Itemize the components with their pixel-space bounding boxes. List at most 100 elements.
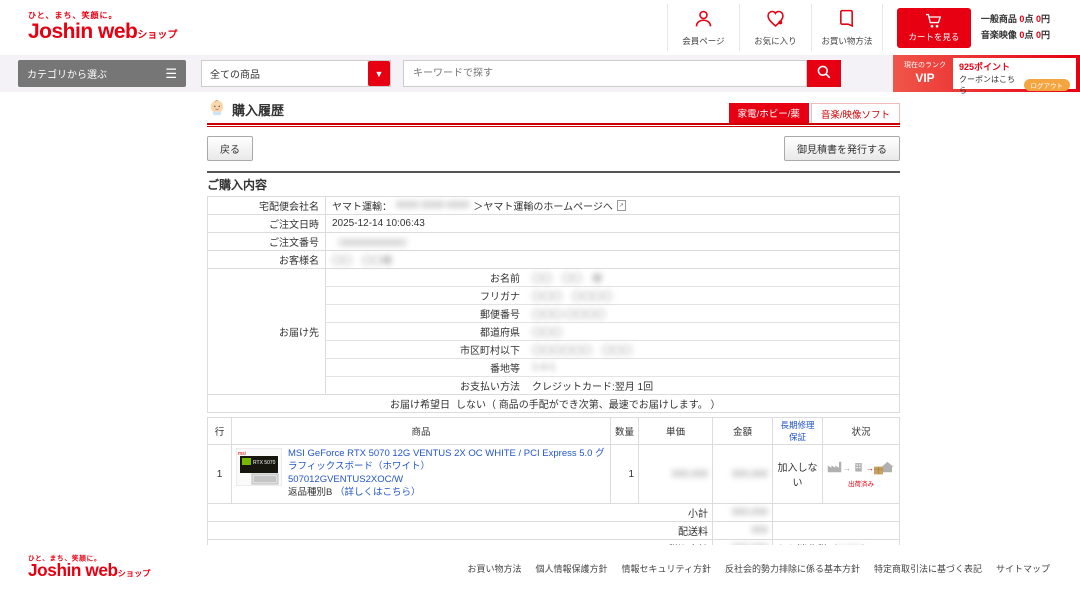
tracking-number-redacted: 0000-0000-0000 [396, 200, 469, 211]
category-button-label: カテゴリから選ぶ [27, 66, 107, 81]
shipto-inner-table: お名前 〇〇 〇〇 様 フリガナ 〇〇〇 〇〇〇〇 郵便番号 〇〇〇-〇〇〇〇 … [326, 269, 899, 394]
order-number-label: ご注文番号 [208, 233, 326, 251]
shipto-furigana-label: フリガナ [326, 287, 526, 305]
shipto-pref-label: 都道府県 [326, 323, 526, 341]
guide-icon [836, 16, 857, 33]
item-row: 1 msiRTX 5070 MSI GeForce RTX 5070 12G V… [208, 445, 900, 504]
subtotal-label: 小計 [208, 504, 713, 522]
heart-icon [765, 16, 786, 33]
shipto-name-label: お名前 [326, 269, 526, 287]
item-warranty: 加入しない [773, 445, 823, 504]
subtotal-row: 小計 000,000 [208, 504, 900, 522]
logo-suffix: ショップ [137, 30, 177, 41]
coupon-link[interactable]: クーポンはこちら [959, 74, 1020, 96]
footer-link-privacy[interactable]: 個人情報保護方針 [535, 562, 607, 575]
back-button[interactable]: 戻る [207, 136, 253, 161]
purchase-history-icon [207, 98, 227, 121]
customer-name-redacted: 〇〇 〇〇様 [332, 256, 392, 267]
search-scope-select[interactable]: 全ての商品 ▼ [201, 60, 391, 87]
footer-link-commerce-law[interactable]: 特定商取引法に基づく表記 [874, 562, 982, 575]
site-header: ひと、まち、笑顔に。 Joshin webショップ 会員ページ お気に入り お買… [0, 0, 1080, 55]
header-unit-price: 単価 [639, 418, 713, 445]
actions-row: 戻る 御見積書を発行する [207, 136, 900, 161]
tab-appliance-hobby[interactable]: 家電/ホビー/薬 [729, 103, 809, 123]
search-input[interactable] [403, 60, 807, 87]
order-date-label: ご注文日時 [208, 215, 326, 233]
nav-guide-label: お買い物方法 [812, 35, 882, 47]
product-name-link[interactable]: MSI GeForce RTX 5070 12G VENTUS 2X OC WH… [288, 448, 605, 485]
header-nav: 会員ページ お気に入り お買い物方法 カートを見る 一般商品 0点 0円 [667, 4, 1050, 51]
shipto-pref-redacted: 〇〇〇 [532, 328, 562, 339]
nav-favorites[interactable]: お気に入り [739, 4, 811, 51]
order-date-row: ご注文日時 2025-12-14 10:06:43 [208, 215, 900, 233]
points-box: 925ポイント クーポンはこちら ログアウト [953, 58, 1076, 89]
factory-icon [827, 461, 842, 476]
cart-summary-general: 一般商品 0点 0円 [981, 12, 1050, 27]
header-warranty-link[interactable]: 長期修理保証 [773, 418, 823, 445]
member-rank-area: 現在のランク VIP 925ポイント クーポンはこちら ログアウト [893, 55, 1080, 92]
footer-link-shopping[interactable]: お買い物方法 [467, 562, 521, 575]
nav-member-page[interactable]: 会員ページ [667, 4, 739, 51]
footer-link-security[interactable]: 情報セキュリティ方針 [621, 562, 710, 575]
category-menu-button[interactable]: カテゴリから選ぶ ☰ [18, 60, 186, 87]
items-header-row: 行 商品 数量 単価 金額 長期修理保証 状況 [208, 418, 900, 445]
carrier-name: ヤマト運輸： [332, 198, 392, 213]
shipto-name-redacted: 〇〇 〇〇 様 [532, 274, 602, 285]
shipto-label: お届け先 [208, 269, 326, 395]
header-product: 商品 [232, 418, 611, 445]
shipping-row: 配送料 000 [208, 522, 900, 540]
rank-value: VIP [897, 71, 953, 85]
return-detail-link[interactable]: （詳しくはこちら） [335, 487, 421, 498]
wish-date-label: お届け希望日 [208, 396, 456, 411]
view-cart-button[interactable]: カートを見る [897, 8, 971, 48]
search-button[interactable] [807, 60, 841, 87]
external-link-icon[interactable]: ↗ [617, 200, 626, 211]
subtotal-redacted: 000,000 [732, 507, 768, 518]
item-line-number: 1 [208, 445, 232, 504]
item-unit-price-redacted: 000,000 [672, 469, 708, 480]
footer-link-sitemap[interactable]: サイトマップ [996, 562, 1050, 575]
status-text: 出荷済み [827, 478, 895, 488]
wish-date-value: しない（ 商品の手配ができ次第、最速でお届けします。 ） [456, 396, 721, 411]
search-box [403, 60, 841, 87]
nav-shopping-guide[interactable]: お買い物方法 [811, 4, 883, 51]
carrier-row: 宅配便会社名 ヤマト運輸： 0000-0000-0000 ＞ヤマト運輸のホームペ… [208, 197, 900, 215]
cart-summary: 一般商品 0点 0円 音楽映像 0点 0円 [981, 12, 1050, 43]
category-tabs: 家電/ホビー/薬 音楽/映像ソフト [729, 103, 900, 123]
shipto-banchi-label: 番地等 [326, 359, 526, 377]
shipto-zip-label: 郵便番号 [326, 305, 526, 323]
cart-button-label: カートを見る [908, 31, 959, 43]
shipto-row: お届け先 お名前 〇〇 〇〇 様 フリガナ 〇〇〇 〇〇〇〇 郵便番号 〇〇〇-… [208, 269, 900, 395]
cart-icon [924, 13, 944, 31]
chevron-down-icon: ▼ [368, 61, 390, 86]
logo-name: Joshin web [28, 20, 137, 43]
logout-button[interactable]: ログアウト [1024, 79, 1071, 91]
shipping-redacted: 000 [751, 525, 768, 536]
title-row: 購入履歴 家電/ホビー/薬 音楽/映像ソフト [207, 98, 900, 123]
hamburger-icon: ☰ [165, 67, 177, 80]
item-qty: 1 [611, 445, 639, 504]
shipto-zip-redacted: 〇〇〇-〇〇〇〇 [532, 310, 605, 321]
issue-quote-button[interactable]: 御見積書を発行する [784, 136, 900, 161]
footer-link-antisocial[interactable]: 反社会的勢力排除に係る基本方針 [725, 562, 860, 575]
product-thumbnail: msiRTX 5070 [236, 448, 282, 489]
nav-member-label: 会員ページ [668, 35, 739, 47]
order-date-value: 2025-12-14 10:06:43 [326, 215, 900, 233]
footer-logo[interactable]: ひと、まち、笑顔に。 Joshin webショップ [28, 556, 150, 581]
item-amount-redacted: 000,000 [732, 469, 768, 480]
svg-text:RTX 5070: RTX 5070 [253, 460, 276, 466]
wish-date-row: お届け希望日 しない（ 商品の手配ができ次第、最速でお届けします。 ） [208, 395, 900, 413]
site-logo[interactable]: ひと、まち、笑顔に。 Joshin webショップ [28, 12, 177, 42]
shipto-furigana-redacted: 〇〇〇 〇〇〇〇 [532, 292, 612, 303]
tab-music-video[interactable]: 音楽/映像ソフト [811, 103, 900, 123]
carrier-label: 宅配便会社名 [208, 197, 326, 215]
rank-label: 現在のランク VIP [897, 62, 953, 85]
page-title: 購入履歴 [207, 98, 284, 123]
order-number-row: ご注文番号 （00000000000） [208, 233, 900, 251]
cart-summary-media: 音楽映像 0点 0円 [981, 28, 1050, 43]
red-divider [207, 123, 900, 127]
section-title: ご購入内容 [207, 171, 900, 196]
carrier-homepage-link[interactable]: ＞ヤマト運輸のホームページへ [473, 198, 613, 213]
header-status: 状況 [823, 418, 900, 445]
nav-favorites-label: お気に入り [740, 35, 811, 47]
